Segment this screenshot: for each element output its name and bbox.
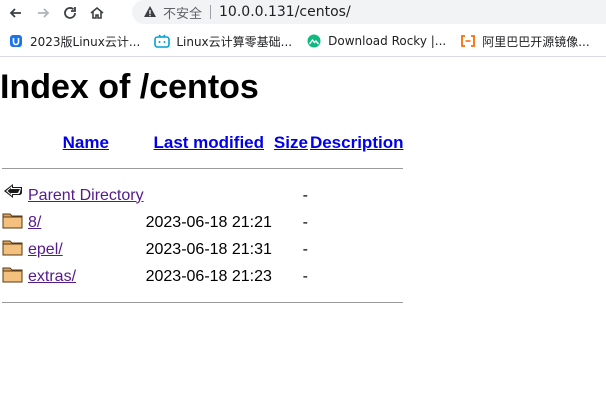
warning-icon[interactable] xyxy=(142,4,158,20)
row-description-cell xyxy=(310,210,404,235)
bookmark-item[interactable]: 阿里巴巴开源镜像... xyxy=(460,33,590,50)
header-name: Name xyxy=(28,131,144,155)
bookmark-item[interactable]: Linux云计算零基础... xyxy=(154,33,292,50)
row-icon-cell xyxy=(2,210,26,235)
address-bar[interactable]: 不安全 10.0.0.131/centos/ xyxy=(132,0,606,24)
sort-by-description-link[interactable]: Description xyxy=(310,133,404,152)
divider xyxy=(2,302,404,303)
row-name-cell: extras/ xyxy=(28,264,144,289)
arrow-left-icon xyxy=(9,8,21,18)
row-size-cell: - xyxy=(302,213,308,231)
table-row: 8/ 2023-06-18 21:21 - xyxy=(2,210,403,235)
row-icon-cell xyxy=(2,264,26,289)
header-size: Size xyxy=(274,131,308,155)
directory-listing: Name Last modified Size Description Pare… xyxy=(0,129,405,317)
folder-icon xyxy=(2,267,23,283)
header-row: Name Last modified Size Description xyxy=(2,131,404,155)
bilibili-icon xyxy=(154,33,171,49)
header-description: Description xyxy=(310,131,404,155)
table-row: epel/ 2023-06-18 21:31 - xyxy=(2,237,403,262)
row-date-cell: 2023-06-18 21:31 xyxy=(145,240,272,258)
bookmark-label: Linux云计算零基础... xyxy=(176,34,293,49)
reload-icon xyxy=(64,7,76,19)
table-row: extras/ 2023-06-18 21:23 - xyxy=(2,264,403,289)
row-size-cell: - xyxy=(302,186,308,204)
bookmark-label: 阿里巴巴开源镜像... xyxy=(482,34,590,49)
row-name-cell: 8/ xyxy=(28,210,144,235)
back-icon xyxy=(4,184,22,198)
row-date-cell: 2023-06-18 21:23 xyxy=(145,267,272,285)
parent-directory-link[interactable]: Parent Directory xyxy=(28,187,144,204)
row-date-cell xyxy=(146,183,272,208)
folder-link[interactable]: epel/ xyxy=(28,241,63,258)
page-title: Index of /centos xyxy=(0,68,259,106)
rocky-icon xyxy=(306,33,322,49)
browser-toolbar: 不安全 10.0.0.131/centos/ xyxy=(0,0,606,26)
row-name-cell: epel/ xyxy=(28,237,144,262)
bookmark-label: 2023版Linux云计... xyxy=(30,34,141,49)
header-last-modified: Last modified xyxy=(146,131,272,155)
security-status[interactable]: 不安全 xyxy=(163,3,202,22)
folder-link[interactable]: 8/ xyxy=(28,214,41,231)
aliyun-icon xyxy=(460,33,476,49)
header-icon-cell xyxy=(2,131,26,155)
row-icon-cell xyxy=(2,183,26,208)
table-row: Parent Directory - xyxy=(2,183,403,208)
row-description-cell xyxy=(310,264,404,289)
sort-by-date-link[interactable]: Last modified xyxy=(154,133,265,152)
row-description-cell xyxy=(310,237,404,262)
reload-button[interactable] xyxy=(59,2,81,24)
forward-button[interactable] xyxy=(32,2,54,24)
home-button[interactable] xyxy=(86,2,108,24)
row-size-cell: - xyxy=(302,267,308,285)
bookmark-item[interactable]: 2023版Linux云计... xyxy=(8,33,140,50)
top-rule-row xyxy=(2,157,404,181)
page-content: Index of /centos Name Last modified Size… xyxy=(0,67,606,317)
row-name-cell: Parent Directory xyxy=(28,183,144,208)
omnibox-divider xyxy=(210,5,212,19)
row-size-cell: - xyxy=(302,240,308,258)
bookmark-item[interactable]: Download Rocky |... xyxy=(306,33,446,49)
arrow-right-icon xyxy=(38,8,50,18)
bookmark-label: Download Rocky |... xyxy=(328,34,447,48)
sort-by-name-link[interactable]: Name xyxy=(63,133,109,152)
bookmarks-bar: 2023版Linux云计... Linux云计算零基础... Download … xyxy=(0,26,606,57)
bookmark-u-icon xyxy=(8,33,24,49)
folder-icon xyxy=(2,240,23,256)
sort-by-size-link[interactable]: Size xyxy=(274,133,308,152)
divider xyxy=(2,168,404,169)
row-description-cell xyxy=(310,183,404,208)
back-button[interactable] xyxy=(5,2,27,24)
folder-link[interactable]: extras/ xyxy=(28,268,76,285)
folder-icon xyxy=(2,213,23,229)
bottom-rule-row xyxy=(2,291,404,315)
home-icon xyxy=(90,6,104,19)
row-date-cell: 2023-06-18 21:21 xyxy=(145,213,272,231)
url-text[interactable]: 10.0.0.131/centos/ xyxy=(219,4,351,20)
row-icon-cell xyxy=(2,237,26,262)
